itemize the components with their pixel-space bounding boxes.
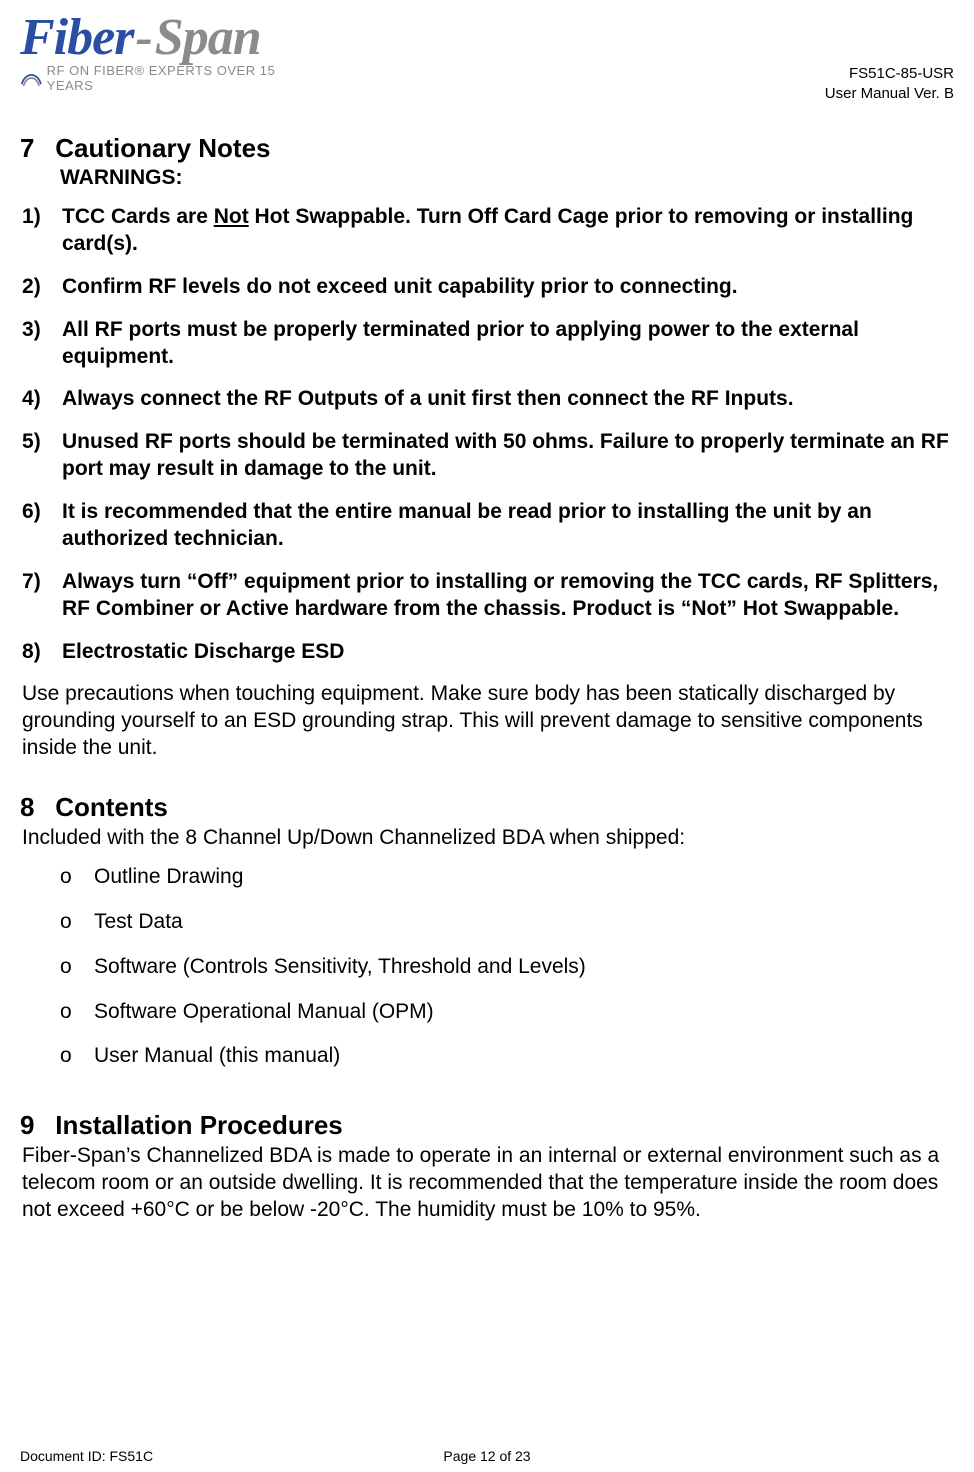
esd-paragraph: Use precautions when touching equipment.… bbox=[22, 681, 952, 762]
section-7-num: 7 bbox=[20, 133, 48, 164]
contents-item: Software Operational Manual (OPM) bbox=[60, 999, 954, 1026]
doc-code: FS51C-85-USR bbox=[825, 64, 954, 84]
warning-1-not: Not bbox=[214, 205, 249, 228]
section-9-title: Installation Procedures bbox=[55, 1110, 343, 1140]
warning-1-text-a: TCC Cards are bbox=[62, 205, 214, 228]
warning-2: Confirm RF levels do not exceed unit cap… bbox=[22, 274, 952, 301]
warnings-label: WARNINGS: bbox=[60, 166, 954, 190]
warning-1: TCC Cards are Not Hot Swappable. Turn Of… bbox=[22, 204, 952, 258]
warning-4: Always connect the RF Outputs of a unit … bbox=[22, 386, 952, 413]
section-8-intro: Included with the 8 Channel Up/Down Chan… bbox=[22, 825, 952, 852]
section-7-title: Cautionary Notes bbox=[55, 133, 270, 163]
logo-tagline: RF ON FIBER® EXPERTS OVER 15 YEARS bbox=[47, 63, 290, 93]
logo: Fiber - Span RF ON FIBER® EXPERTS OVER 1… bbox=[20, 8, 290, 93]
header-doc-info: FS51C-85-USR User Manual Ver. B bbox=[825, 64, 954, 103]
install-paragraph: Fiber-Span’s Channelized BDA is made to … bbox=[22, 1143, 952, 1224]
section-7-heading: 7 Cautionary Notes bbox=[20, 133, 954, 164]
warning-6: It is recommended that the entire manual… bbox=[22, 499, 952, 553]
contents-list: Outline Drawing Test Data Software (Cont… bbox=[60, 864, 954, 1070]
doc-version: User Manual Ver. B bbox=[825, 84, 954, 104]
section-9-heading: 9 Installation Procedures bbox=[20, 1110, 954, 1141]
footer-center: Page 12 of 23 bbox=[20, 1448, 954, 1464]
warning-7: Always turn “Off” equipment prior to ins… bbox=[22, 569, 952, 623]
page-header: Fiber - Span RF ON FIBER® EXPERTS OVER 1… bbox=[20, 8, 954, 103]
warning-3: All RF ports must be properly terminated… bbox=[22, 317, 952, 371]
section-8-num: 8 bbox=[20, 792, 48, 823]
contents-item: User Manual (this manual) bbox=[60, 1043, 954, 1070]
section-8-title: Contents bbox=[55, 792, 168, 822]
logo-text-fiber: Fiber bbox=[20, 8, 133, 67]
warning-5: Unused RF ports should be terminated wit… bbox=[22, 429, 952, 483]
page-footer: Document ID: FS51C Page 12 of 23 bbox=[20, 1448, 954, 1464]
section-8-heading: 8 Contents bbox=[20, 792, 954, 823]
warning-8: Electrostatic Discharge ESD bbox=[22, 639, 952, 666]
page: Fiber - Span RF ON FIBER® EXPERTS OVER 1… bbox=[0, 0, 974, 1472]
contents-item: Outline Drawing bbox=[60, 864, 954, 891]
warnings-list: TCC Cards are Not Hot Swappable. Turn Of… bbox=[22, 204, 952, 665]
swoosh-icon bbox=[20, 65, 43, 91]
contents-item: Software (Controls Sensitivity, Threshol… bbox=[60, 954, 954, 981]
logo-text-dash: - bbox=[135, 8, 152, 67]
section-9-num: 9 bbox=[20, 1110, 48, 1141]
logo-wordmark: Fiber - Span bbox=[20, 8, 290, 67]
contents-item: Test Data bbox=[60, 909, 954, 936]
logo-text-span: Span bbox=[155, 8, 261, 67]
logo-tagline-row: RF ON FIBER® EXPERTS OVER 15 YEARS bbox=[20, 63, 290, 93]
